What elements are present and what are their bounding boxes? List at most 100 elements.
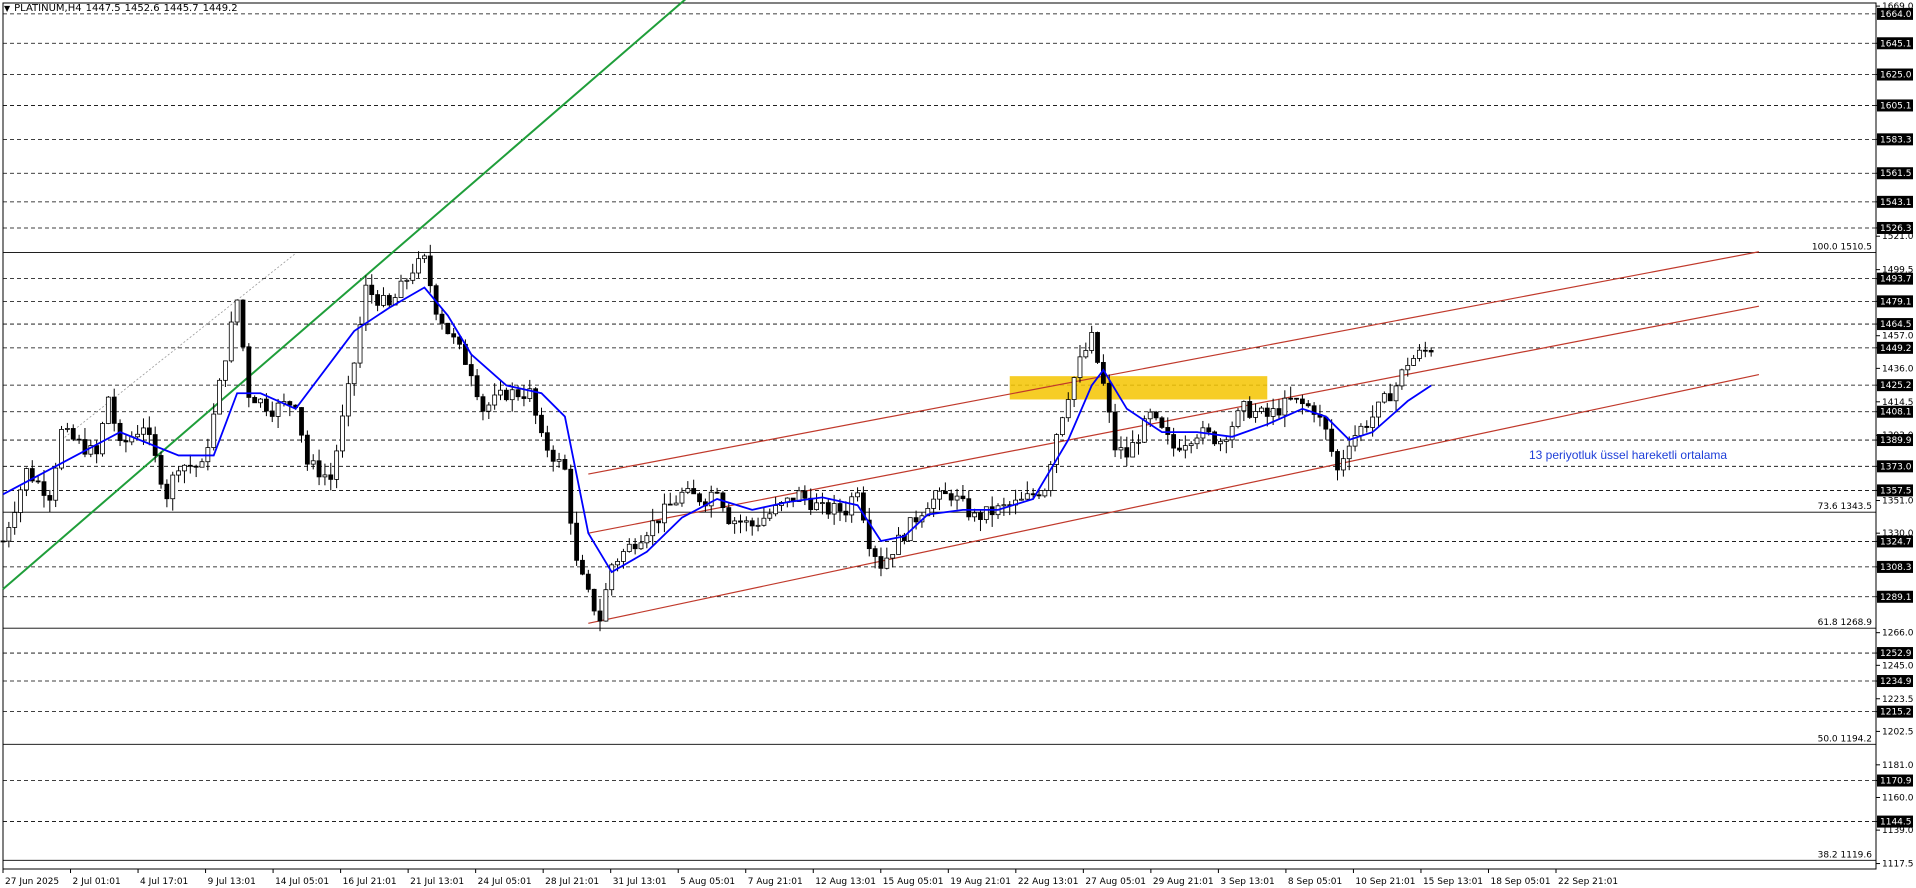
price-level-label: 1479.1 <box>1880 297 1912 307</box>
candle-body <box>966 498 972 518</box>
candle-body <box>1299 398 1305 405</box>
x-tick-label: 14 Jul 05:01 <box>275 877 329 887</box>
candle-body <box>1305 403 1311 407</box>
candle-body <box>246 346 252 398</box>
candle-body <box>820 502 825 505</box>
candle-body <box>831 503 837 515</box>
candle-body <box>978 512 983 520</box>
candle-body <box>1276 408 1282 416</box>
candle-body <box>486 404 492 412</box>
ohlc-high: 1452.6 <box>124 3 160 14</box>
candle-body <box>983 506 989 520</box>
x-tick-label: 7 Aug 21:01 <box>748 877 803 887</box>
price-level-label: 1373.0 <box>1880 462 1912 472</box>
price-level-label: 1664.0 <box>1880 10 1912 20</box>
candle-body <box>855 492 860 498</box>
candle-body <box>942 490 948 495</box>
price-level-label: 1605.1 <box>1880 101 1912 111</box>
candle-body <box>1147 411 1153 420</box>
candle-body <box>714 491 720 494</box>
x-tick-label: 28 Jul 21:01 <box>545 877 599 887</box>
candle-body <box>1071 377 1077 400</box>
price-level-label: 1144.5 <box>1880 818 1912 828</box>
x-tick-label: 27 Jun 2025 <box>5 877 59 887</box>
candle-body <box>580 559 585 575</box>
candle-body <box>111 396 117 424</box>
candle-body <box>263 398 269 412</box>
candle-body <box>1376 401 1381 418</box>
candle-body <box>381 295 386 306</box>
candle-body <box>1417 349 1422 359</box>
x-tick-label: 8 Sep 05:01 <box>1288 877 1342 887</box>
candle-body <box>240 299 246 348</box>
x-tick-label: 22 Sep 21:01 <box>1558 877 1618 887</box>
candle-body <box>1089 332 1095 351</box>
candle-body <box>164 483 170 500</box>
x-tick-label: 24 Jul 05:01 <box>478 877 532 887</box>
candle-body <box>334 450 340 480</box>
candle-body <box>638 542 644 550</box>
candle-body <box>234 299 240 323</box>
price-chart[interactable]: 100.0 1510.5 73.6 1343.5 61.8 1268.9 50.0 1… <box>0 0 1916 888</box>
candle-body <box>258 398 263 404</box>
candle-body <box>158 455 164 485</box>
candle-body <box>1095 332 1100 363</box>
candle-body <box>621 551 626 562</box>
candle-body <box>304 434 310 465</box>
candle-body <box>211 413 217 448</box>
candle-body <box>1422 349 1428 352</box>
candle-body <box>749 520 755 527</box>
candle-body <box>369 284 375 296</box>
candle-body <box>726 507 732 525</box>
candle-body <box>954 495 960 501</box>
candle-body <box>1182 445 1188 451</box>
candle-body <box>416 258 421 274</box>
candle-body <box>603 589 609 622</box>
candle-body <box>773 505 779 515</box>
price-level-label: 1583.3 <box>1880 135 1912 145</box>
symbol-info: ▼ PLATINUM,H4 1447.5 1452.6 1445.7 1449.… <box>4 3 238 14</box>
fib-label: 61.8 1268.9 <box>1818 618 1873 628</box>
x-tick-label: 12 Aug 13:01 <box>815 877 876 887</box>
candle-body <box>223 360 228 381</box>
candle-body <box>70 428 76 440</box>
candle-body <box>193 465 199 468</box>
candle-body <box>351 362 357 385</box>
candle-body <box>539 414 544 434</box>
price-level-label: 1308.3 <box>1880 563 1912 573</box>
fib-label: 100.0 1510.5 <box>1812 243 1872 253</box>
ohlc-low: 1445.7 <box>163 3 199 14</box>
candle-body <box>445 322 451 335</box>
candle-body <box>738 520 743 523</box>
y-tick-label: 1139.0 <box>1882 826 1914 836</box>
x-tick-label: 31 Jul 13:01 <box>613 877 667 887</box>
x-tick-label: 4 Jul 17:01 <box>140 877 188 887</box>
y-tick-label: 1160.0 <box>1882 793 1914 803</box>
candle-body <box>269 410 275 417</box>
x-tick-label: 22 Aug 13:01 <box>1018 877 1079 887</box>
candle-body <box>1124 447 1130 458</box>
candle-body <box>591 588 597 612</box>
x-tick-label: 5 Aug 05:01 <box>680 877 735 887</box>
x-tick-label: 29 Aug 21:01 <box>1153 877 1214 887</box>
candle-body <box>1024 493 1030 500</box>
candle-body <box>837 503 843 512</box>
x-tick-label: 27 Aug 05:01 <box>1085 877 1146 887</box>
price-level-label: 1170.9 <box>1880 777 1912 787</box>
candle-body <box>199 461 205 468</box>
candle-body <box>187 464 193 467</box>
candle-body <box>47 495 53 501</box>
dropdown-triangle-icon[interactable]: ▼ <box>4 4 10 13</box>
candle-body <box>176 470 181 476</box>
candle-body <box>1235 410 1241 427</box>
candle-body <box>1294 397 1299 400</box>
candle-body <box>375 294 381 306</box>
price-level-label: 1252.9 <box>1880 649 1912 659</box>
chart-root: 100.0 1510.5 73.6 1343.5 61.8 1268.9 50.0 1… <box>0 0 1916 888</box>
candle-body <box>755 524 761 527</box>
candle-body <box>1036 494 1042 497</box>
price-level-label: 1389.9 <box>1880 436 1912 446</box>
candle-body <box>1030 493 1036 496</box>
candle-body <box>872 548 878 557</box>
candle-body <box>1387 393 1393 402</box>
